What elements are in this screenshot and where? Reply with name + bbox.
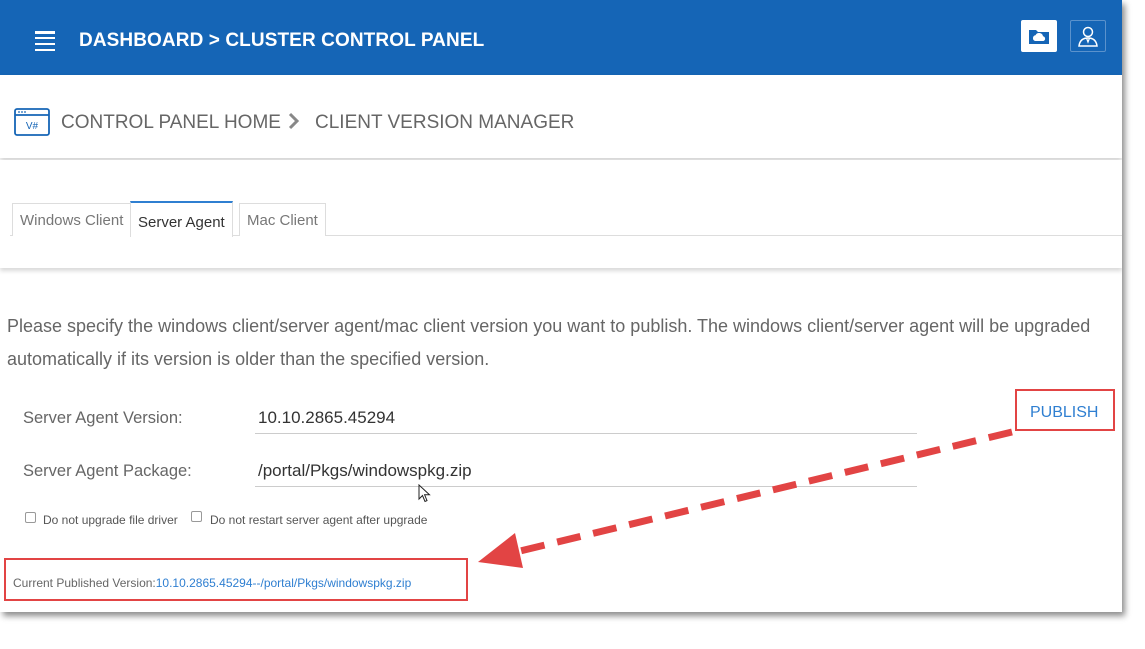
app-window: DASHBOARD > CLUSTER CONTROL PANEL V# CON…	[0, 0, 1122, 612]
annotation-arrow	[478, 428, 1013, 568]
